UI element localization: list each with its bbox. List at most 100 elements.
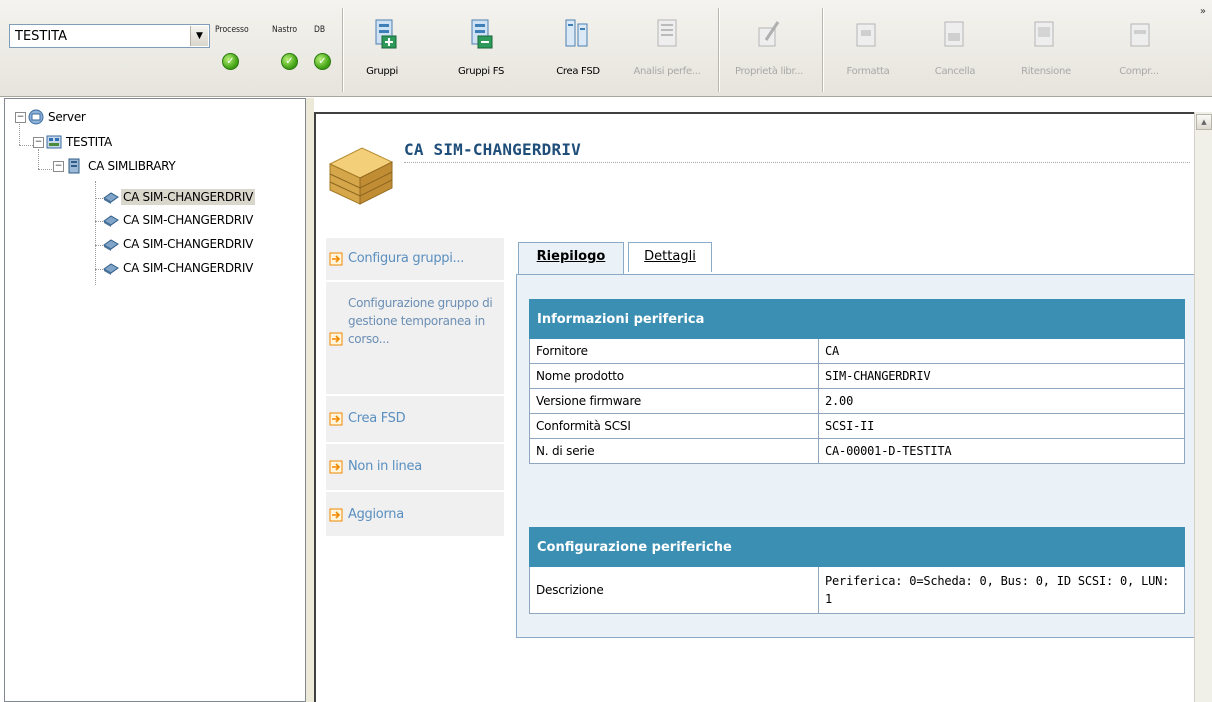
- tree-label: CA SIM-CHANGERDRIV: [123, 237, 253, 251]
- collapse-icon[interactable]: −: [33, 137, 44, 148]
- tape-status-icon[interactable]: ✓: [281, 53, 298, 70]
- tree-item-server-root[interactable]: − Server: [13, 107, 213, 129]
- toolbar-overflow-icon[interactable]: »: [1200, 6, 1206, 17]
- compression-button-label: Compr...: [1119, 66, 1159, 77]
- action-label: Crea FSD: [348, 411, 406, 426]
- server-select-value: TESTITA: [15, 29, 68, 44]
- row-value: SCSI-II: [818, 413, 1185, 439]
- toolbar: TESTITA ▼ Processo Nastro DB ✓ ✓ ✓ Grupp…: [0, 0, 1212, 97]
- server-icon: [46, 135, 62, 149]
- tree-item-server[interactable]: − TESTITA: [31, 132, 231, 154]
- format-button-label: Formatta: [846, 66, 890, 77]
- row-label: Conformità SCSI: [529, 413, 819, 439]
- fs-groups-button-label: Gruppi FS: [457, 66, 505, 77]
- status-label-process: Processo: [215, 25, 249, 35]
- action-offline[interactable]: Non in linea: [326, 444, 504, 492]
- chevron-down-icon[interactable]: ▼: [190, 26, 208, 46]
- device-config-header: Configurazione periferiche: [529, 527, 1185, 567]
- collapse-icon[interactable]: −: [15, 112, 26, 123]
- row-value: 2.00: [818, 388, 1185, 414]
- tape-library-icon: [68, 158, 80, 174]
- device-detail-pane: CA SIM-CHANGERDRIV Configura gruppi... C…: [314, 112, 1196, 702]
- format-button[interactable]: Formatta: [832, 4, 904, 92]
- db-status-icon[interactable]: ✓: [314, 53, 331, 70]
- library-properties-button-label: Proprietà libr...: [734, 66, 803, 77]
- table-row: Conformità SCSI SCSI-II: [529, 413, 1185, 439]
- tree-item-drive[interactable]: CA SIM-CHANGERDRIV: [101, 234, 301, 256]
- server-group-icon: [28, 109, 44, 125]
- retension-button-label: Ritensione: [1021, 66, 1071, 77]
- toolbar-separator: [342, 8, 344, 92]
- table-row: Fornitore CA: [529, 338, 1185, 364]
- table-row: Nome prodotto SIM-CHANGERDRIV: [529, 363, 1185, 389]
- action-label: Aggiorna: [348, 507, 404, 522]
- action-configure-groups[interactable]: Configura gruppi...: [326, 238, 504, 282]
- row-value: CA-00001-D-TESTITA: [818, 438, 1185, 464]
- action-staging-config[interactable]: Configurazione gruppo di gestione tempor…: [326, 282, 504, 396]
- create-fsd-button-label: Crea FSD: [556, 66, 600, 77]
- action-arrow-icon: [329, 508, 343, 522]
- action-arrow-icon: [329, 460, 343, 474]
- device-tree: − Server − TESTITA − CA SIMLIBRARY CA SI…: [4, 98, 306, 702]
- tree-label: TESTITA: [66, 135, 112, 149]
- summary-panel: Informazioni periferica Fornitore CA Nom…: [516, 274, 1196, 638]
- create-fsd-button[interactable]: Crea FSD: [544, 4, 612, 92]
- fs-groups-icon: [471, 19, 493, 49]
- tab-details[interactable]: Dettagli: [628, 242, 712, 272]
- library-properties-button[interactable]: Proprietà libr...: [722, 4, 816, 92]
- scroll-up-icon[interactable]: ▲: [1196, 114, 1212, 130]
- tree-item-drive[interactable]: CA SIM-CHANGERDRIV: [101, 187, 301, 209]
- tree-label: Server: [48, 110, 86, 124]
- action-label: Configurazione gruppo di gestione tempor…: [348, 296, 493, 346]
- retension-icon: [1034, 21, 1054, 47]
- row-label: Versione firmware: [529, 388, 819, 414]
- erase-button[interactable]: Cancella: [920, 4, 990, 92]
- action-arrow-icon: [329, 252, 343, 266]
- tree-item-drive[interactable]: CA SIM-CHANGERDRIV: [101, 210, 301, 232]
- performance-analysis-icon: [657, 19, 677, 47]
- tape-drive-icon: [103, 263, 119, 275]
- pane-splitter[interactable]: [306, 98, 314, 702]
- erase-button-label: Cancella: [934, 66, 976, 77]
- device-config-table: Configurazione periferiche Descrizione P…: [529, 527, 1185, 614]
- actions-panel: Configura gruppi... Configurazione grupp…: [326, 238, 504, 536]
- server-select[interactable]: TESTITA ▼: [9, 24, 210, 48]
- compression-button[interactable]: Compr...: [1106, 4, 1172, 92]
- retension-button[interactable]: Ritensione: [1006, 4, 1086, 92]
- collapse-icon[interactable]: −: [53, 161, 64, 172]
- action-create-fsd[interactable]: Crea FSD: [326, 396, 504, 444]
- library-properties-icon: [758, 21, 780, 47]
- tab-summary-label: Riepilogo: [536, 249, 606, 264]
- status-label-db: DB: [314, 25, 326, 35]
- action-refresh[interactable]: Aggiorna: [326, 492, 504, 534]
- performance-analysis-button[interactable]: Analisi perfe...: [622, 4, 712, 92]
- row-label: Descrizione: [529, 566, 819, 614]
- action-label: Configura gruppi...: [348, 251, 465, 266]
- tree-item-drive[interactable]: CA SIM-CHANGERDRIV: [101, 258, 301, 280]
- tape-drive-icon: [103, 192, 119, 204]
- action-label: Non in linea: [348, 459, 422, 474]
- tree-item-library[interactable]: − CA SIMLIBRARY: [51, 156, 251, 178]
- row-value: SIM-CHANGERDRIV: [818, 363, 1185, 389]
- row-value: CA: [818, 338, 1185, 364]
- tab-summary[interactable]: Riepilogo: [518, 242, 624, 275]
- row-label: Fornitore: [529, 338, 819, 364]
- groups-icon: [375, 19, 397, 49]
- toolbar-separator: [718, 8, 720, 92]
- status-label-tape: Nastro: [272, 25, 298, 35]
- create-fsd-icon: [565, 19, 588, 47]
- performance-analysis-button-label: Analisi perfe...: [633, 66, 701, 77]
- fs-groups-button[interactable]: Gruppi FS: [446, 4, 516, 92]
- device-info-header: Informazioni periferica: [529, 299, 1185, 339]
- groups-button[interactable]: Gruppi: [352, 4, 412, 92]
- vertical-scrollbar[interactable]: ▲: [1194, 112, 1212, 702]
- process-status-icon[interactable]: ✓: [222, 53, 239, 70]
- compression-icon: [1130, 23, 1150, 47]
- tab-details-label: Dettagli: [644, 249, 696, 264]
- tree-label: CA SIMLIBRARY: [88, 159, 176, 173]
- tree-label: CA SIM-CHANGERDRIV: [123, 261, 253, 275]
- row-label: N. di serie: [529, 438, 819, 464]
- device-info-table: Informazioni periferica Fornitore CA Nom…: [529, 299, 1185, 464]
- tape-drive-large-icon: [328, 147, 394, 205]
- table-row: Versione firmware 2.00: [529, 388, 1185, 414]
